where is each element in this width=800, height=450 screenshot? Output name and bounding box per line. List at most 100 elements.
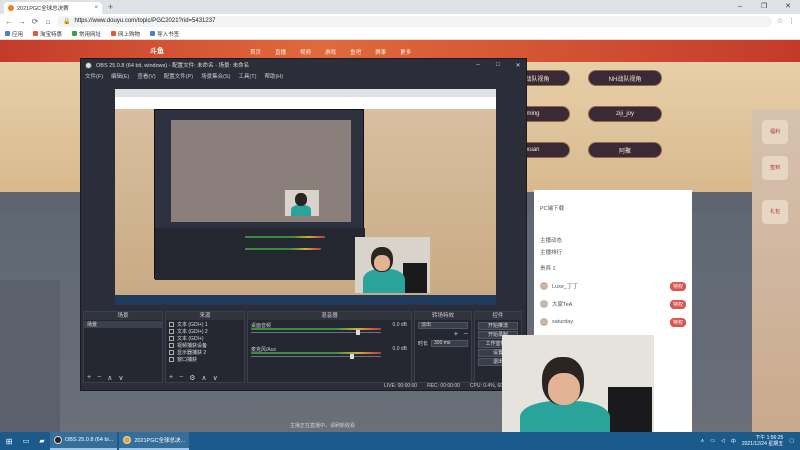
add-transition-button[interactable]: + [454, 331, 458, 338]
team-view-button[interactable]: NH战队视角 [588, 70, 662, 86]
notification-icon[interactable]: ▢ [789, 438, 794, 444]
obs-menu-tools[interactable]: 工具(T) [238, 72, 256, 80]
site-menu-item[interactable]: 游戏 [325, 48, 336, 56]
maximize-button[interactable]: ❐ [752, 0, 776, 14]
address-bar[interactable]: 🔒 https://www.douyu.com/topic/PGC2021?ri… [57, 15, 772, 27]
preview-webcam-small [285, 190, 319, 216]
duration-input[interactable]: 300 ms [431, 340, 468, 347]
file-explorer-icon[interactable]: ▰ [34, 432, 50, 450]
team-view-button[interactable]: 阿聚 [588, 142, 662, 158]
source-item[interactable]: 文本 (GDI+) 1 [166, 321, 244, 328]
transition-edit-row: + − [415, 330, 471, 339]
duration-label: 时长 [418, 341, 429, 347]
browser-window-controls: – ❐ ✕ [728, 0, 800, 14]
browser-tab[interactable]: 2021PGC全球总决赛 × [4, 2, 102, 14]
add-source-button[interactable]: + [169, 374, 173, 381]
user-row[interactable]: saturday [540, 318, 573, 326]
scene-item[interactable]: 场景 [84, 321, 162, 328]
privilege-badge: 特权 [669, 300, 686, 309]
volume-slider[interactable] [251, 332, 381, 333]
bookmark-common-sites[interactable]: 常用网址 [72, 30, 101, 38]
close-button[interactable]: ✕ [776, 0, 800, 14]
preview-nested-mixer [155, 228, 365, 280]
site-menu-item[interactable]: 直播 [275, 48, 286, 56]
taskbar-app-chrome[interactable]: 2021PGC全球总决... [119, 432, 190, 450]
rec-timer: REC: 00:00:00 [427, 382, 460, 389]
windows-start-icon[interactable]: ⊞ [0, 437, 18, 446]
obs-docks: 场景 场景 + − ∧ ∨ 来源 文本 (GDI+) 1 文本 (GDI+) 2… [81, 311, 526, 383]
bookmark-label: 导入书签 [157, 31, 180, 38]
douyu-favicon-icon [8, 5, 14, 11]
reload-icon[interactable]: ⟳ [31, 17, 39, 26]
rail-signin-button[interactable]: 签到 [762, 156, 788, 180]
preview-taskbar [115, 295, 496, 305]
start-streaming-button[interactable]: 开始推流 [478, 322, 518, 330]
bookmark-star-icon[interactable]: ☆ [777, 17, 783, 25]
home-icon[interactable]: ⌂ [44, 17, 52, 26]
url-text[interactable]: https://www.douyu.com/topic/PGC2021?rid=… [74, 18, 215, 24]
user-row[interactable]: Luxe_丁丁 [540, 282, 578, 290]
browser-menu-icon[interactable]: ⋮ [788, 17, 795, 25]
volume-slider[interactable] [251, 356, 381, 357]
transition-select[interactable]: 淡出 [418, 322, 468, 329]
clock[interactable]: 下午 1:56:25 2021/12/24 星期五 [742, 435, 783, 447]
obs-minimize-button[interactable]: – [470, 62, 486, 68]
ime-indicator[interactable]: 中 [731, 438, 736, 445]
team-view-button[interactable]: ziji_joy [588, 106, 662, 122]
site-menu-item[interactable]: 视频 [300, 48, 311, 56]
rail-benefit-button[interactable]: 福利 [762, 120, 788, 144]
remove-transition-button[interactable]: − [464, 331, 468, 338]
source-item[interactable]: 显示器捕获 2 [166, 349, 244, 356]
bookmark-taobao[interactable]: 淘宝特惠 [33, 30, 62, 38]
import-icon [150, 31, 156, 36]
obs-menu-help[interactable]: 帮助(H) [264, 72, 283, 80]
site-menu-item[interactable]: 首页 [250, 48, 261, 56]
transitions-dock: 转场特效 淡出 + − 时长 300 ms [414, 311, 472, 383]
bookmark-label: 网上购物 [118, 31, 141, 38]
tab-close-icon[interactable]: × [94, 5, 98, 11]
taskbar-app-obs[interactable]: OBS 25.0.8 (64 bi... [50, 432, 118, 450]
site-menu-item[interactable]: 赛事 [375, 48, 386, 56]
user-row[interactable]: 大家TeA [540, 300, 572, 308]
site-menu-item[interactable]: 鱼吧 [350, 48, 361, 56]
avatar [540, 300, 548, 308]
site-logo[interactable]: 斗鱼 [150, 46, 164, 56]
preview-meter [245, 248, 321, 250]
network-icon[interactable]: ▭ [710, 438, 715, 444]
obs-close-button[interactable]: ✕ [510, 62, 526, 69]
rail-gift-button[interactable]: 礼包 [762, 200, 788, 224]
forward-icon[interactable]: → [18, 17, 26, 26]
streamer-rank-tab[interactable]: 主播排行 [540, 248, 562, 256]
obs-menu-scene-collection[interactable]: 场景集合(S) [201, 72, 230, 80]
task-view-icon[interactable]: ▭ [18, 432, 34, 450]
sources-list: 文本 (GDI+) 1 文本 (GDI+) 2 文本 (GDI+) 视频捕获设备… [166, 321, 244, 373]
new-tab-button[interactable]: + [108, 2, 113, 12]
obs-menu-file[interactable]: 文件(F) [85, 72, 103, 80]
obs-preview-canvas[interactable] [115, 89, 496, 305]
tray-expand-icon[interactable]: ∧ [701, 438, 705, 444]
volume-slider-handle[interactable] [350, 354, 355, 359]
remove-scene-button[interactable]: − [97, 374, 101, 381]
apps-icon [5, 31, 10, 36]
obs-maximize-button[interactable]: □ [490, 62, 506, 68]
pc-download-link[interactable]: PC端下载 [540, 204, 564, 212]
streamer-news-tab[interactable]: 主播动态 [540, 236, 562, 244]
obs-menu-edit[interactable]: 编辑(E) [111, 72, 129, 80]
volume-slider-handle[interactable] [355, 330, 360, 335]
scenes-dock-title: 场景 [84, 312, 162, 320]
bookmark-import[interactable]: 导入书签 [150, 30, 179, 38]
bookmark-shopping[interactable]: 网上购物 [111, 30, 140, 38]
source-item[interactable]: 视频捕获设备 [166, 342, 244, 349]
source-item[interactable]: 文本 (GDI+) [166, 335, 244, 342]
bookmark-apps[interactable]: 应用 [5, 30, 23, 38]
volume-icon[interactable]: ◁ [721, 438, 725, 444]
source-item[interactable]: 文本 (GDI+) 2 [166, 328, 244, 335]
obs-menu-view[interactable]: 查看(V) [137, 72, 155, 80]
minimize-button[interactable]: – [728, 0, 752, 14]
back-icon[interactable]: ← [5, 17, 13, 26]
remove-source-button[interactable]: − [179, 374, 183, 381]
source-item[interactable]: 窗口捕获 [166, 356, 244, 363]
site-menu-item[interactable]: 更多 [400, 48, 411, 56]
add-scene-button[interactable]: + [87, 374, 91, 381]
obs-menu-profile[interactable]: 配置文件(P) [164, 72, 193, 80]
